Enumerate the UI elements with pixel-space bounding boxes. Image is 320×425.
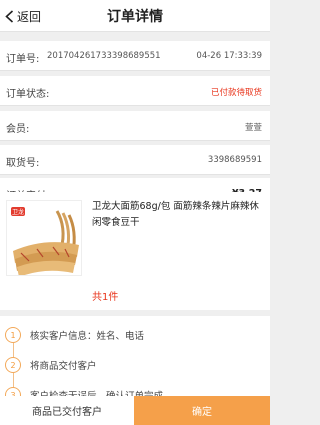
step-item: 2 将商品交付客户 (5, 357, 97, 373)
delivered-button[interactable]: 商品已交付客户 (0, 396, 134, 425)
confirm-button[interactable]: 确定 (134, 396, 270, 425)
pickup-row: 取货号: 3398689591 (0, 145, 270, 175)
page-title: 订单详情 (107, 9, 163, 25)
product-image: 卫龙 (6, 200, 82, 276)
order-status-row: 订单状态: 已付款待取货 (0, 76, 270, 106)
step-number: 3 (5, 387, 21, 396)
pickup-label: 取货号: (6, 158, 40, 169)
bottom-bar: 商品已交付客户 确定 (0, 396, 270, 425)
order-number-label: 订单号: (6, 54, 40, 65)
step-item: 1 核实客户信息：姓名、电话 (5, 327, 144, 343)
step-text: 将商品交付客户 (30, 361, 97, 372)
order-time: 04-26 17:33:39 (196, 51, 262, 61)
product-name: 卫龙大面筋68g/包 面筋辣条辣片麻辣休闲零食豆干 (92, 201, 259, 228)
order-number-value: 20170426173339868955​1 (47, 51, 161, 61)
svg-text:卫龙: 卫龙 (12, 208, 24, 216)
step-number: 2 (5, 357, 21, 373)
product-card[interactable]: 卫龙 卫龙大面筋68g/包 面筋辣条辣片麻辣休闲零食豆干 共1件 (0, 192, 270, 310)
step-number: 1 (5, 327, 21, 343)
member-row: 会员: 萱萱 (0, 111, 270, 141)
top-bar: 返回 订单详情 (0, 0, 270, 32)
member-label: 会员: (6, 124, 30, 135)
member-value: 萱萱 (244, 123, 262, 133)
pickup-value: 3398689591 (207, 155, 262, 165)
step-text: 客户检查无误后，确认订单完成 (30, 388, 163, 396)
product-quantity: 共1件 (92, 292, 119, 303)
pickup-steps: 1 核实客户信息：姓名、电话 2 将商品交付客户 3 客户检查无误后，确认订单完… (0, 316, 270, 396)
order-number-row: 订单号: 20170426173339868955​1 04-26 17:33:… (0, 41, 270, 71)
order-status-label: 订单状态: (6, 89, 50, 100)
step-item: 3 客户检查无误后，确认订单完成 (5, 387, 163, 396)
step-text: 核实客户信息：姓名、电话 (30, 331, 145, 342)
order-status-value: 已付款待取货 (210, 88, 262, 98)
